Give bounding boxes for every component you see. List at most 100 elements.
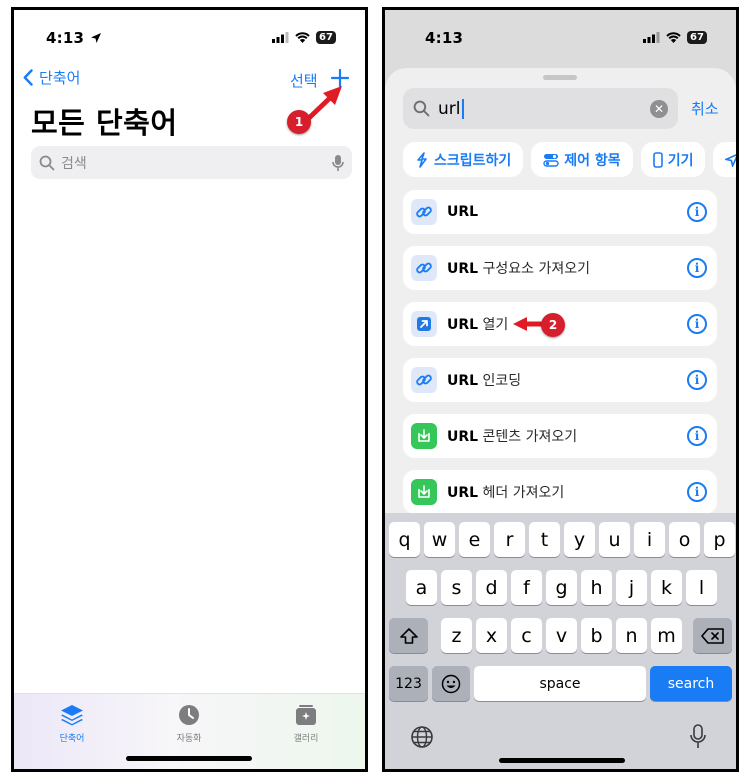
- home-indicator: [126, 756, 252, 761]
- key-j[interactable]: j: [616, 570, 647, 605]
- chip-scripting[interactable]: 스크립트하기: [403, 142, 524, 177]
- info-button[interactable]: i: [687, 202, 707, 222]
- status-time: 4:13: [46, 29, 102, 47]
- wifi-icon: [666, 32, 681, 43]
- action-suffix: 구성요소 가져오기: [482, 261, 591, 277]
- cancel-button[interactable]: 취소: [691, 98, 719, 119]
- clock-icon: [179, 705, 199, 725]
- action-suffix: 인코딩: [482, 373, 522, 389]
- tab-label: 자동화: [176, 734, 202, 744]
- action-get-url-components[interactable]: URL 구성요소 가져오기 i: [403, 246, 717, 290]
- action-prefix: URL: [447, 204, 479, 220]
- link-icon: [411, 199, 437, 225]
- action-get-headers-of-url[interactable]: URL 헤더 가져오기 i: [403, 470, 717, 514]
- action-search-sheet: url ✕ 취소 스크립트하기 제어 항목 기기 URL i URL 구성요소 …: [385, 68, 736, 514]
- action-suffix: 콘텐츠 가져오기: [482, 429, 578, 445]
- shift-key[interactable]: [389, 618, 428, 653]
- key-x[interactable]: x: [476, 618, 507, 653]
- download-icon: [411, 423, 437, 449]
- key-i[interactable]: i: [634, 522, 665, 557]
- backspace-icon: [700, 627, 724, 644]
- text-caret: [461, 98, 464, 119]
- numbers-key[interactable]: 123: [389, 666, 428, 701]
- sheet-grabber[interactable]: [543, 75, 577, 80]
- key-m[interactable]: m: [651, 618, 682, 653]
- action-url-encode[interactable]: URL 인코딩 i: [403, 358, 717, 402]
- key-h[interactable]: h: [581, 570, 612, 605]
- battery-indicator: 67: [687, 31, 707, 44]
- globe-icon[interactable]: [410, 725, 434, 749]
- info-button[interactable]: i: [687, 370, 707, 390]
- key-p[interactable]: p: [704, 522, 735, 557]
- emoji-icon: [441, 674, 461, 693]
- key-u[interactable]: u: [599, 522, 630, 557]
- chip-device[interactable]: 기기: [640, 142, 706, 177]
- gallery-icon: [296, 705, 316, 725]
- key-d[interactable]: d: [476, 570, 507, 605]
- key-l[interactable]: l: [686, 570, 717, 605]
- toggle-icon: [543, 153, 559, 167]
- info-button[interactable]: i: [687, 482, 707, 502]
- dictation-microphone-icon[interactable]: [690, 724, 706, 750]
- home-indicator: [499, 758, 625, 763]
- search-icon: [39, 155, 55, 170]
- chip-location[interactable]: [713, 142, 736, 177]
- info-button[interactable]: i: [687, 426, 707, 446]
- key-q[interactable]: q: [389, 522, 420, 557]
- space-key[interactable]: space: [474, 666, 646, 701]
- search-key[interactable]: search: [650, 666, 732, 701]
- action-suffix: 헤더 가져오기: [482, 485, 565, 501]
- action-url[interactable]: URL i: [403, 190, 717, 234]
- chevron-left-icon: [23, 69, 33, 86]
- key-z[interactable]: z: [441, 618, 472, 653]
- action-results-list: URL i URL 구성요소 가져오기 i URL 열기 i URL 인코딩 i…: [403, 190, 717, 526]
- info-button[interactable]: i: [687, 314, 707, 334]
- signal-icon: [272, 32, 289, 43]
- action-search-field[interactable]: url ✕: [403, 88, 678, 129]
- tab-label: 갤러리: [293, 734, 319, 744]
- signal-icon: [643, 32, 660, 43]
- microphone-icon: [332, 154, 344, 171]
- status-icons: 67: [643, 31, 707, 44]
- key-r[interactable]: r: [494, 522, 525, 557]
- key-c[interactable]: c: [511, 618, 542, 653]
- key-w[interactable]: w: [424, 522, 455, 557]
- action-prefix: URL: [447, 261, 479, 277]
- status-time: 4:13: [425, 29, 464, 47]
- key-n[interactable]: n: [616, 618, 647, 653]
- key-o[interactable]: o: [669, 522, 700, 557]
- key-a[interactable]: a: [406, 570, 437, 605]
- battery-indicator: 67: [316, 31, 336, 44]
- emoji-key[interactable]: [432, 666, 470, 701]
- chip-controls[interactable]: 제어 항목: [531, 142, 633, 177]
- key-g[interactable]: g: [546, 570, 577, 605]
- annotation-badge-2: 2: [541, 313, 565, 337]
- annotation-arrow-icon: [306, 86, 342, 121]
- key-t[interactable]: t: [529, 522, 560, 557]
- clear-search-button[interactable]: ✕: [650, 99, 668, 118]
- action-suffix: 열기: [482, 317, 509, 333]
- key-f[interactable]: f: [511, 570, 542, 605]
- script-icon: [417, 151, 427, 168]
- keyboard-bottom-bar: [385, 723, 736, 769]
- back-label: 단축어: [39, 69, 81, 87]
- search-field[interactable]: 검색: [31, 146, 352, 179]
- key-s[interactable]: s: [441, 570, 472, 605]
- tab-gallery[interactable]: 갤러리: [276, 704, 336, 744]
- key-k[interactable]: k: [651, 570, 682, 605]
- back-button[interactable]: 단축어: [23, 67, 80, 88]
- key-b[interactable]: b: [581, 618, 612, 653]
- info-button[interactable]: i: [687, 258, 707, 278]
- search-placeholder: 검색: [61, 155, 87, 172]
- chip-label: 기기: [667, 152, 694, 169]
- key-y[interactable]: y: [564, 522, 595, 557]
- tab-shortcuts[interactable]: 단축어: [42, 704, 102, 744]
- search-value: url: [438, 98, 461, 119]
- backspace-key[interactable]: [693, 618, 732, 653]
- tab-label: 단축어: [59, 734, 85, 744]
- key-e[interactable]: e: [459, 522, 490, 557]
- action-get-contents-of-url[interactable]: URL 콘텐츠 가져오기 i: [403, 414, 717, 458]
- tab-automation[interactable]: 자동화: [159, 704, 219, 744]
- key-v[interactable]: v: [546, 618, 577, 653]
- action-prefix: URL: [447, 317, 479, 333]
